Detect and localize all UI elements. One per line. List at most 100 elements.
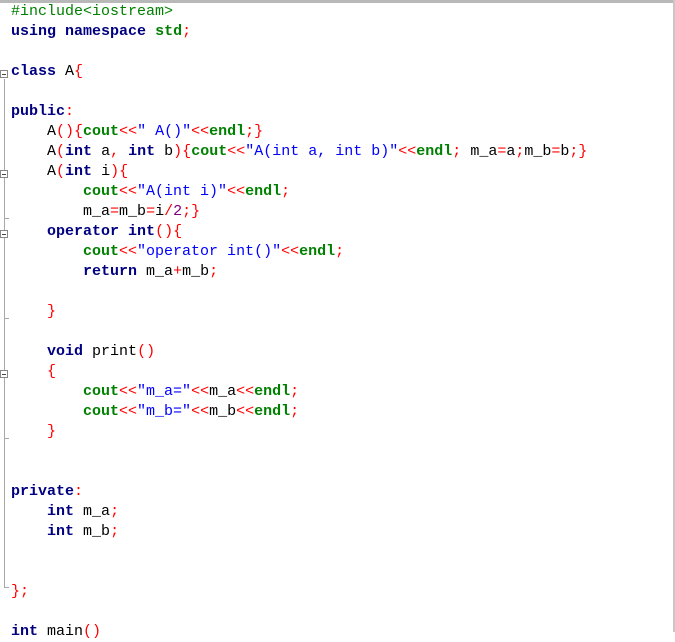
code-token-str: " A()" — [137, 123, 192, 140]
code-token-op: = — [146, 203, 156, 220]
fold-toggle-print[interactable] — [0, 370, 8, 378]
code-token-stream: endl — [209, 123, 246, 140]
code-token-op: () — [137, 343, 156, 360]
code-token-stream: endl — [254, 403, 291, 420]
code-token-op: } — [47, 303, 57, 320]
code-line[interactable]: A(int i){ — [11, 162, 675, 182]
fold-toggle-ctor[interactable] — [0, 170, 8, 178]
code-token-op: << — [227, 183, 246, 200]
code-token-op: << — [191, 403, 210, 420]
code-line[interactable] — [11, 542, 675, 562]
code-line[interactable] — [11, 322, 675, 342]
code-line[interactable]: int m_b; — [11, 522, 675, 542]
code-token-op: (){ — [56, 123, 84, 140]
code-line[interactable]: return m_a+m_b; — [11, 262, 675, 282]
code-token-op: << — [119, 403, 138, 420]
code-token-id: m_b — [524, 143, 552, 160]
code-token-op: , — [110, 143, 120, 160]
code-token-stream: endl — [416, 143, 453, 160]
code-token-stream: cout — [191, 143, 228, 160]
code-line[interactable]: } — [11, 422, 675, 442]
code-line[interactable] — [11, 442, 675, 462]
code-token-id: m_a — [209, 383, 237, 400]
code-token-op: << — [236, 403, 255, 420]
code-token-op: : — [65, 103, 75, 120]
code-line[interactable]: cout<<"m_b="<<m_b<<endl; — [11, 402, 675, 422]
code-line[interactable]: int main() — [11, 622, 675, 642]
code-token-kw: private — [11, 483, 75, 500]
code-line[interactable]: A(int a, int b){cout<<"A(int a, int b)"<… — [11, 142, 675, 162]
code-line[interactable] — [11, 42, 675, 62]
code-line[interactable]: using namespace std; — [11, 22, 675, 42]
code-line[interactable]: operator int(){ — [11, 222, 675, 242]
code-line[interactable]: cout<<"operator int()"<<endl; — [11, 242, 675, 262]
code-line[interactable]: public: — [11, 102, 675, 122]
code-token-op: } — [47, 423, 57, 440]
code-token-id: m_a — [83, 203, 111, 220]
code-token-op: ( — [56, 143, 66, 160]
code-token-op: ; — [335, 243, 345, 260]
code-token-op: ;} — [245, 123, 264, 140]
code-line[interactable]: #include<iostream> — [11, 2, 675, 22]
code-line[interactable] — [11, 462, 675, 482]
code-token-kw: using — [11, 23, 57, 40]
code-token-op: ;} — [569, 143, 588, 160]
code-token-id: A — [47, 163, 57, 180]
code-line[interactable]: private: — [11, 482, 675, 502]
code-token-kw: int — [65, 143, 93, 160]
code-token-stream: endl — [254, 383, 291, 400]
code-token-preproc: #include<iostream> — [11, 3, 174, 20]
fold-toggle-class[interactable] — [0, 70, 8, 78]
code-line[interactable]: m_a=m_b=i/2;} — [11, 202, 675, 222]
code-token-kw: operator — [47, 223, 120, 240]
code-line[interactable] — [11, 602, 675, 622]
code-token-stream: cout — [83, 123, 120, 140]
code-token-id: a — [101, 143, 111, 160]
code-token-stream: endl — [245, 183, 282, 200]
code-token-id: print — [92, 343, 138, 360]
code-line[interactable] — [11, 82, 675, 102]
code-token-num: 2 — [173, 203, 183, 220]
code-line[interactable]: A(){cout<<" A()"<<endl;} — [11, 122, 675, 142]
code-token-kw: int — [47, 523, 75, 540]
code-line[interactable]: } — [11, 302, 675, 322]
code-line[interactable]: class A{ — [11, 62, 675, 82]
code-token-id: A — [47, 143, 57, 160]
code-token-op: ; — [452, 143, 462, 160]
code-token-stream: cout — [83, 383, 120, 400]
code-token-id: i — [101, 163, 111, 180]
fold-toggle-operator[interactable] — [0, 230, 8, 238]
code-token-kw: int — [65, 163, 93, 180]
code-token-stream: cout — [83, 243, 120, 260]
code-line[interactable]: }; — [11, 582, 675, 602]
code-token-kw: int — [128, 223, 156, 240]
code-token-op: { — [47, 363, 57, 380]
code-line[interactable]: cout<<"A(int i)"<<endl; — [11, 182, 675, 202]
code-line[interactable] — [11, 562, 675, 582]
code-line[interactable]: { — [11, 362, 675, 382]
code-token-op: ; — [281, 183, 291, 200]
code-line[interactable] — [11, 282, 675, 302]
code-line[interactable]: void print() — [11, 342, 675, 362]
code-token-id: m_b — [209, 403, 237, 420]
code-token-id: m_a — [83, 503, 111, 520]
code-token-id: m_a — [146, 263, 174, 280]
code-editor[interactable]: #include<iostream> using namespace std; c… — [11, 2, 675, 642]
code-line[interactable]: int m_a; — [11, 502, 675, 522]
code-token-op: ){ — [173, 143, 192, 160]
code-line[interactable]: cout<<"m_a="<<m_a<<endl; — [11, 382, 675, 402]
code-token-op: + — [173, 263, 183, 280]
